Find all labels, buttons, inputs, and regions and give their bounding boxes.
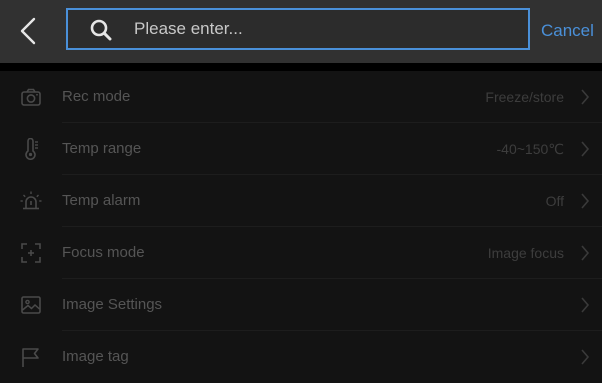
thermometer-icon <box>25 138 38 160</box>
setting-label: Temp alarm <box>62 192 141 209</box>
setting-row-image-tag[interactable]: Image tag <box>0 331 602 383</box>
setting-label: Image Settings <box>62 296 163 313</box>
search-input[interactable] <box>134 10 514 48</box>
setting-value: -40~150℃ <box>496 141 565 157</box>
setting-label: Temp range <box>62 140 142 157</box>
camera-icon <box>21 88 41 106</box>
setting-value: Freeze/store <box>485 89 564 105</box>
setting-row-temp-range[interactable]: Temp range -40~150℃ <box>0 123 602 175</box>
setting-label: Focus mode <box>62 244 145 261</box>
chevron-left-icon <box>20 17 36 45</box>
setting-row-rec-mode[interactable]: Rec mode Freeze/store <box>0 71 602 123</box>
cancel-button[interactable]: Cancel <box>541 20 594 42</box>
setting-value: Image focus <box>487 245 564 261</box>
chevron-right-icon <box>581 141 590 157</box>
setting-row-image-settings[interactable]: Image Settings <box>0 279 602 331</box>
top-bar: Cancel <box>0 0 602 63</box>
focus-frame-icon <box>21 243 41 263</box>
chevron-right-icon <box>581 297 590 313</box>
setting-value: Off <box>545 193 564 209</box>
image-icon <box>21 296 41 314</box>
setting-label: Rec mode <box>62 88 131 105</box>
chevron-right-icon <box>581 245 590 261</box>
chevron-right-icon <box>581 89 590 105</box>
setting-row-temp-alarm[interactable]: Temp alarm Off <box>0 175 602 227</box>
chevron-right-icon <box>581 349 590 365</box>
header-divider <box>0 63 602 71</box>
chevron-right-icon <box>581 193 590 209</box>
setting-row-focus-mode[interactable]: Focus mode Image focus <box>0 227 602 279</box>
alarm-light-icon <box>20 191 42 210</box>
setting-label: Image tag <box>62 348 129 365</box>
search-box[interactable] <box>66 8 530 50</box>
back-button[interactable] <box>8 10 48 52</box>
search-icon <box>90 19 112 41</box>
